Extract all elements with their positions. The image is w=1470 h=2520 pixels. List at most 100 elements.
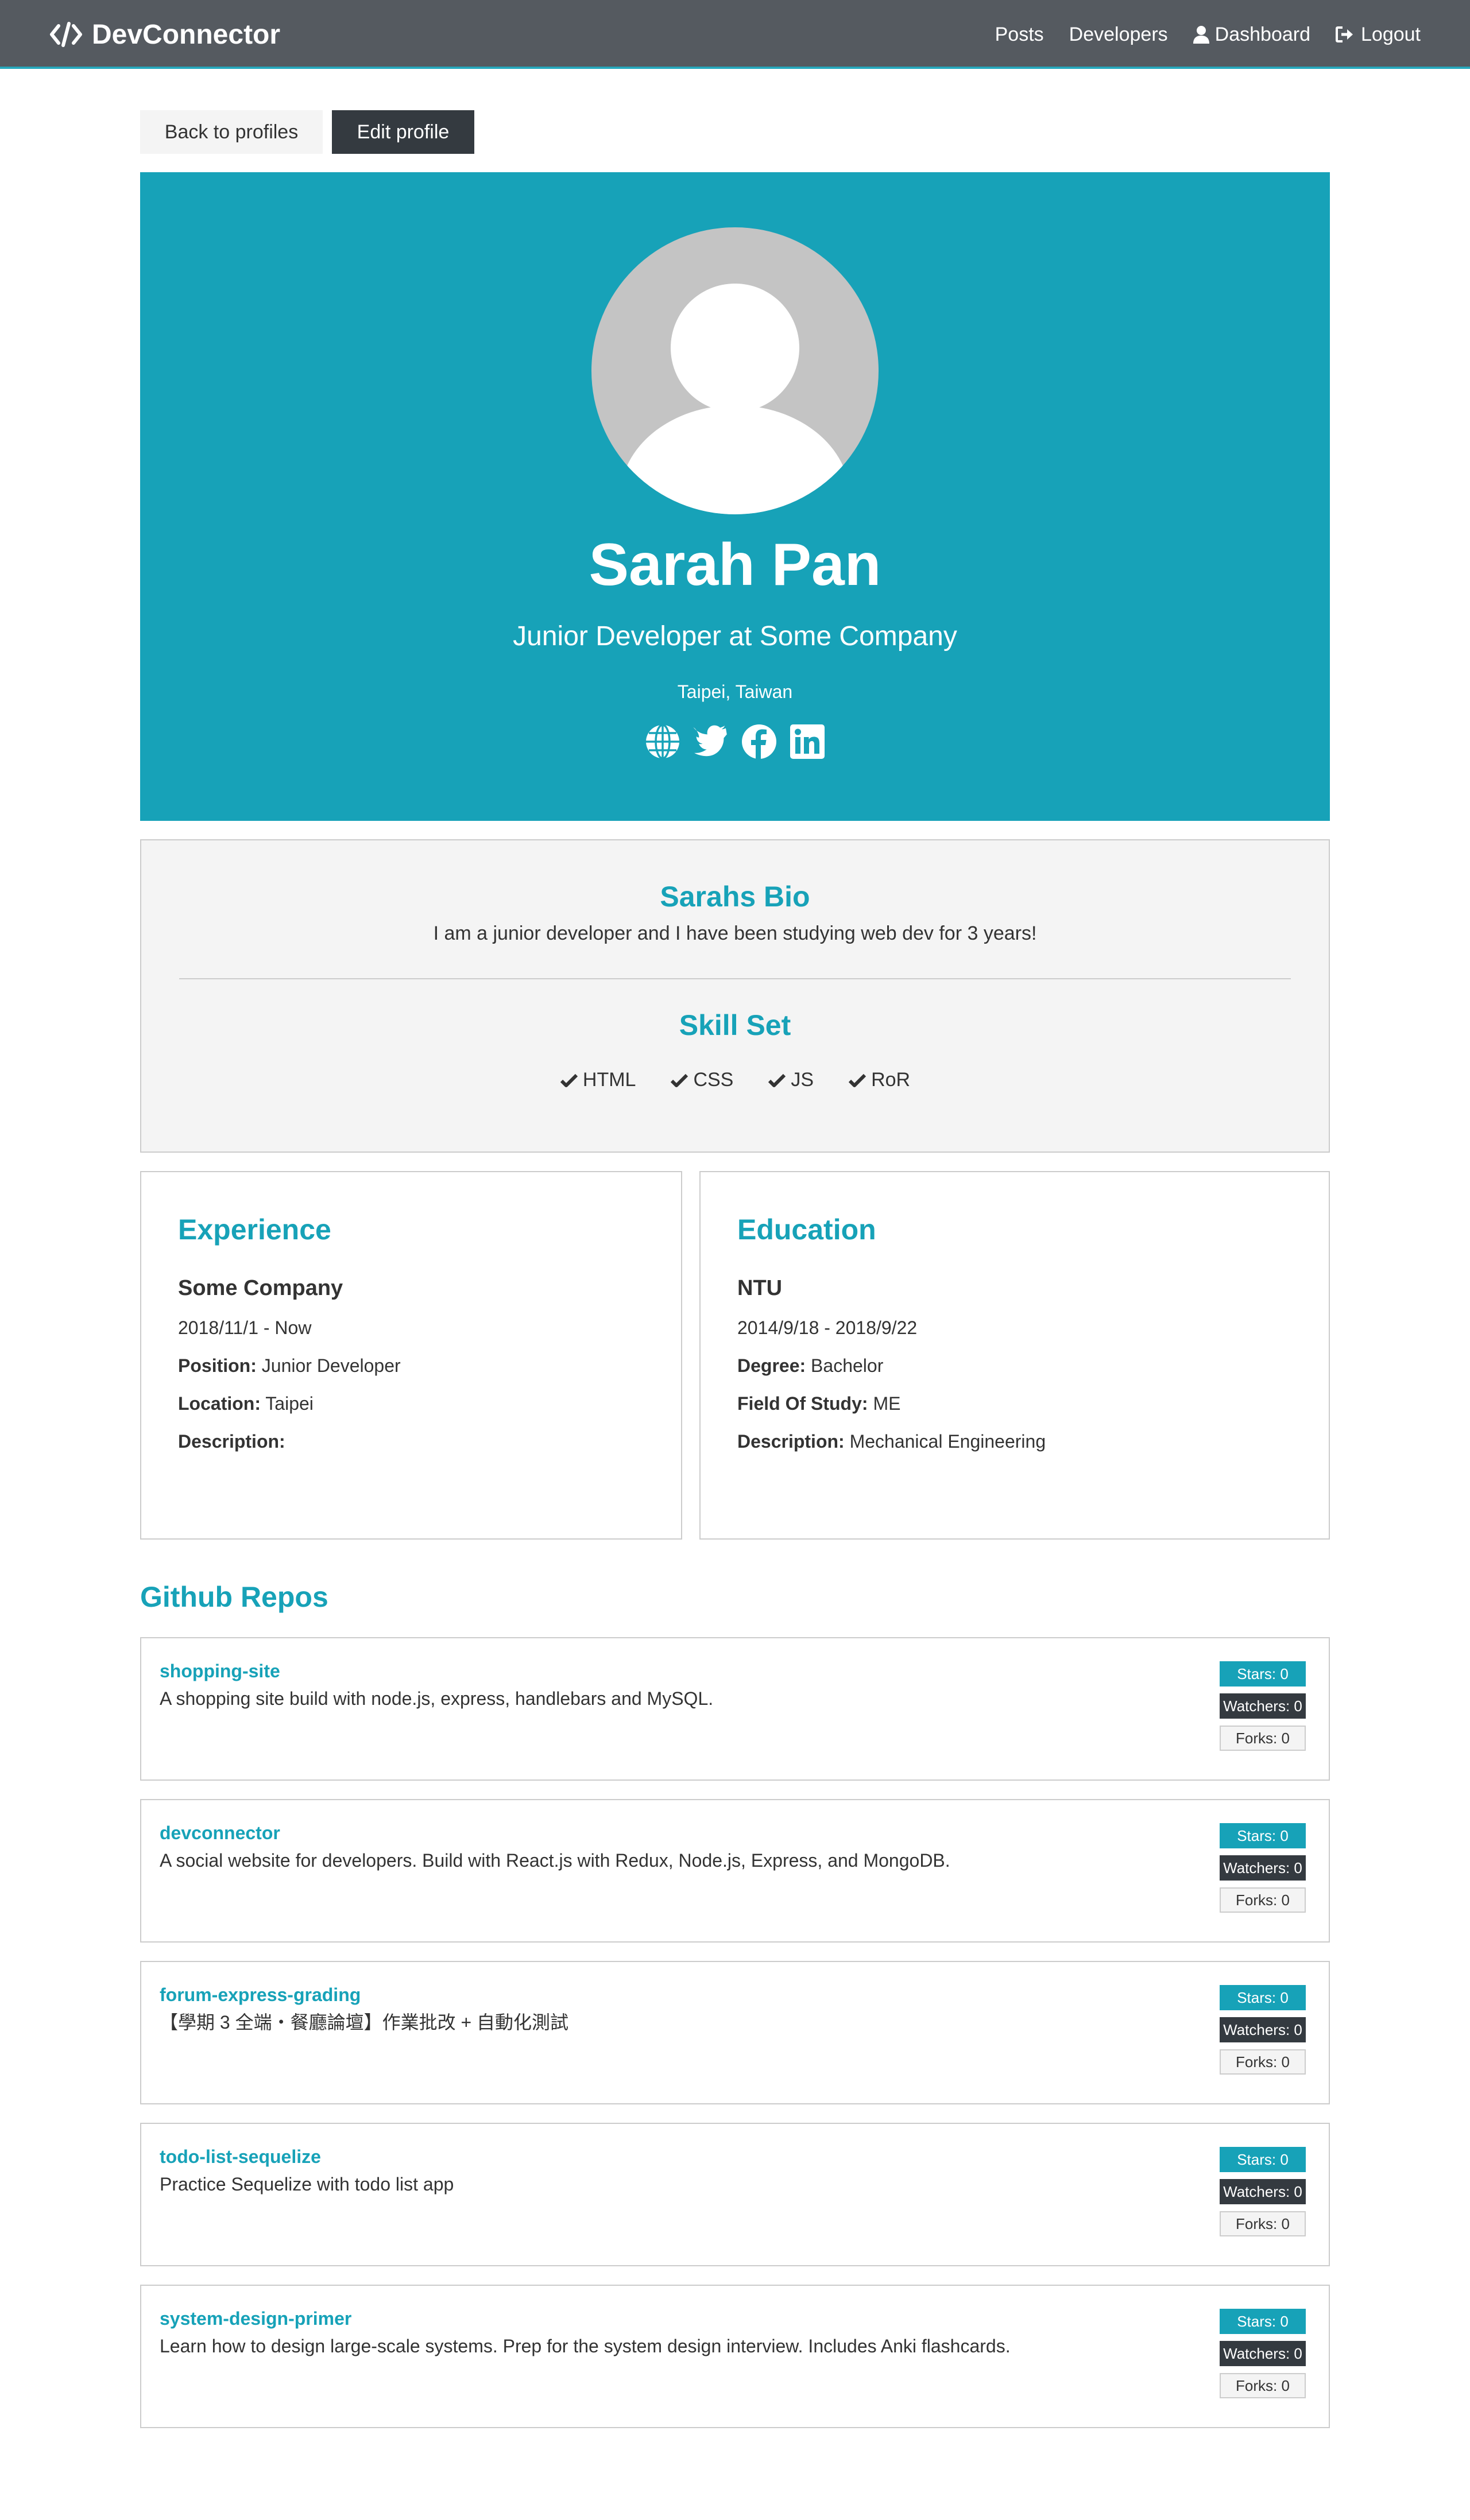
brand-link[interactable]: DevConnector <box>49 17 280 52</box>
nav-dashboard-label: Dashboard <box>1214 23 1310 45</box>
skill-item: CSS <box>670 1069 733 1091</box>
check-icon <box>560 1073 578 1087</box>
repo-card: devconnector A social website for develo… <box>140 1799 1330 1943</box>
nav-logout-label: Logout <box>1361 23 1421 45</box>
repo-description: Learn how to design large-scale systems.… <box>160 2336 1011 2356</box>
forks-badge: Forks: 0 <box>1220 2211 1306 2236</box>
degree-label: Degree: <box>737 1355 806 1376</box>
forks-badge: Forks: 0 <box>1220 2049 1306 2075</box>
position-label: Position: <box>178 1355 257 1376</box>
experience-card: Experience Some Company 2018/11/1 - Now … <box>140 1171 682 1540</box>
repo-card: forum-express-grading 【學期 3 全端・餐廳論壇】作業批改… <box>140 1961 1330 2104</box>
sign-out-icon <box>1336 26 1353 42</box>
watchers-badge: Watchers: 0 <box>1220 1855 1306 1881</box>
repo-name-link[interactable]: todo-list-sequelize <box>160 2146 321 2168</box>
nav-posts-link[interactable]: Posts <box>995 24 1044 46</box>
nav-developers-link[interactable]: Developers <box>1069 24 1168 46</box>
education-field: Field Of Study: ME <box>737 1393 900 1414</box>
skill-label: HTML <box>582 1069 636 1091</box>
watchers-badge: Watchers: 0 <box>1220 1693 1306 1719</box>
education-card: Education NTU 2014/9/18 - 2018/9/22 Degr… <box>699 1171 1330 1540</box>
degree-value: Bachelor <box>811 1355 884 1376</box>
stars-badge: Stars: 0 <box>1220 2309 1306 2334</box>
linkedin-icon[interactable] <box>789 723 826 760</box>
profile-location: Taipei, Taiwan <box>677 681 793 702</box>
nav-posts-label: Posts <box>995 23 1044 45</box>
code-icon <box>50 22 82 47</box>
education-degree: Degree: Bachelor <box>737 1355 883 1377</box>
experience-location: Location: Taipei <box>178 1393 314 1414</box>
stars-badge: Stars: 0 <box>1220 1661 1306 1687</box>
skill-label: CSS <box>693 1069 734 1091</box>
nav-developers-label: Developers <box>1069 23 1168 45</box>
experience-title: Experience <box>178 1214 331 1246</box>
field-value: ME <box>873 1393 901 1414</box>
skill-item: RoR <box>848 1069 910 1091</box>
education-school: NTU <box>737 1276 783 1300</box>
education-title: Education <box>737 1214 876 1246</box>
back-to-profiles-button[interactable]: Back to profiles <box>140 110 323 154</box>
experience-company: Some Company <box>178 1276 343 1300</box>
skill-item: HTML <box>560 1069 636 1091</box>
repo-name-link[interactable]: shopping-site <box>160 1660 280 1682</box>
watchers-badge: Watchers: 0 <box>1220 2341 1306 2366</box>
repo-description: A social website for developers. Build w… <box>160 1850 950 1871</box>
watchers-badge: Watchers: 0 <box>1220 2017 1306 2042</box>
education-dates: 2014/9/18 - 2018/9/22 <box>737 1317 918 1338</box>
skill-item: JS <box>768 1069 814 1091</box>
location-value: Taipei <box>265 1393 314 1414</box>
description-label: Description: <box>737 1431 845 1452</box>
repo-description: Practice Sequelize with todo list app <box>160 2174 454 2195</box>
skill-label: JS <box>791 1069 814 1091</box>
stars-badge: Stars: 0 <box>1220 2147 1306 2172</box>
user-icon <box>1193 26 1209 44</box>
bio-title: Sarahs Bio <box>660 881 810 913</box>
repo-name-link[interactable]: forum-express-grading <box>160 1984 361 2006</box>
profile-about: Sarahs Bio I am a junior developer and I… <box>140 839 1330 1153</box>
forks-badge: Forks: 0 <box>1220 1887 1306 1913</box>
stars-badge: Stars: 0 <box>1220 1823 1306 1848</box>
experience-description: Description: <box>178 1430 285 1452</box>
repo-card: todo-list-sequelize Practice Sequelize w… <box>140 2123 1330 2266</box>
forks-badge: Forks: 0 <box>1220 1726 1306 1751</box>
profile-status: Junior Developer at Some Company <box>513 621 957 652</box>
profile-top: Sarah Pan Junior Developer at Some Compa… <box>140 172 1330 821</box>
skills-list: HTML CSS JS RoR <box>141 1069 1329 1091</box>
repo-description: A shopping site build with node.js, expr… <box>160 1688 714 1709</box>
position-value: Junior Developer <box>261 1355 401 1376</box>
location-label: Location: <box>178 1393 261 1414</box>
twitter-icon[interactable] <box>693 723 729 760</box>
skill-label: RoR <box>871 1069 911 1091</box>
check-icon <box>671 1073 688 1087</box>
check-icon <box>768 1073 786 1087</box>
brand-label: DevConnector <box>92 19 281 50</box>
experience-dates: 2018/11/1 - Now <box>178 1317 312 1338</box>
forks-badge: Forks: 0 <box>1220 2373 1306 2398</box>
repo-description: 【學期 3 全端・餐廳論壇】作業批改 + 自動化測試 <box>160 2012 569 2033</box>
avatar <box>591 227 879 514</box>
divider <box>179 978 1291 979</box>
skills-title: Skill Set <box>679 1009 791 1041</box>
repo-name-link[interactable]: devconnector <box>160 1822 280 1844</box>
description-label: Description: <box>178 1431 285 1452</box>
experience-position: Position: Junior Developer <box>178 1355 401 1377</box>
facebook-icon[interactable] <box>741 723 777 760</box>
watchers-badge: Watchers: 0 <box>1220 2179 1306 2204</box>
repos-title: Github Repos <box>140 1581 328 1613</box>
profile-name: Sarah Pan <box>589 532 881 598</box>
globe-icon[interactable] <box>644 723 681 760</box>
nav-links: Posts Developers Dashboard Logout <box>970 17 1421 52</box>
nav-logout-link[interactable]: Logout <box>1336 24 1421 46</box>
education-description: Description: Mechanical Engineering <box>737 1430 1046 1452</box>
stars-badge: Stars: 0 <box>1220 1985 1306 2010</box>
field-label: Field Of Study: <box>737 1393 868 1414</box>
repo-name-link[interactable]: system-design-primer <box>160 2308 351 2329</box>
repo-card: shopping-site A shopping site build with… <box>140 1637 1330 1781</box>
bio-text: I am a junior developer and I have been … <box>433 922 1037 944</box>
repo-card: system-design-primer Learn how to design… <box>140 2285 1330 2428</box>
navbar: DevConnector Posts Developers Dashboard … <box>0 0 1470 69</box>
edit-profile-button[interactable]: Edit profile <box>332 110 474 154</box>
check-icon <box>848 1073 866 1087</box>
nav-dashboard-link[interactable]: Dashboard <box>1193 24 1310 46</box>
social-links <box>140 723 1330 760</box>
